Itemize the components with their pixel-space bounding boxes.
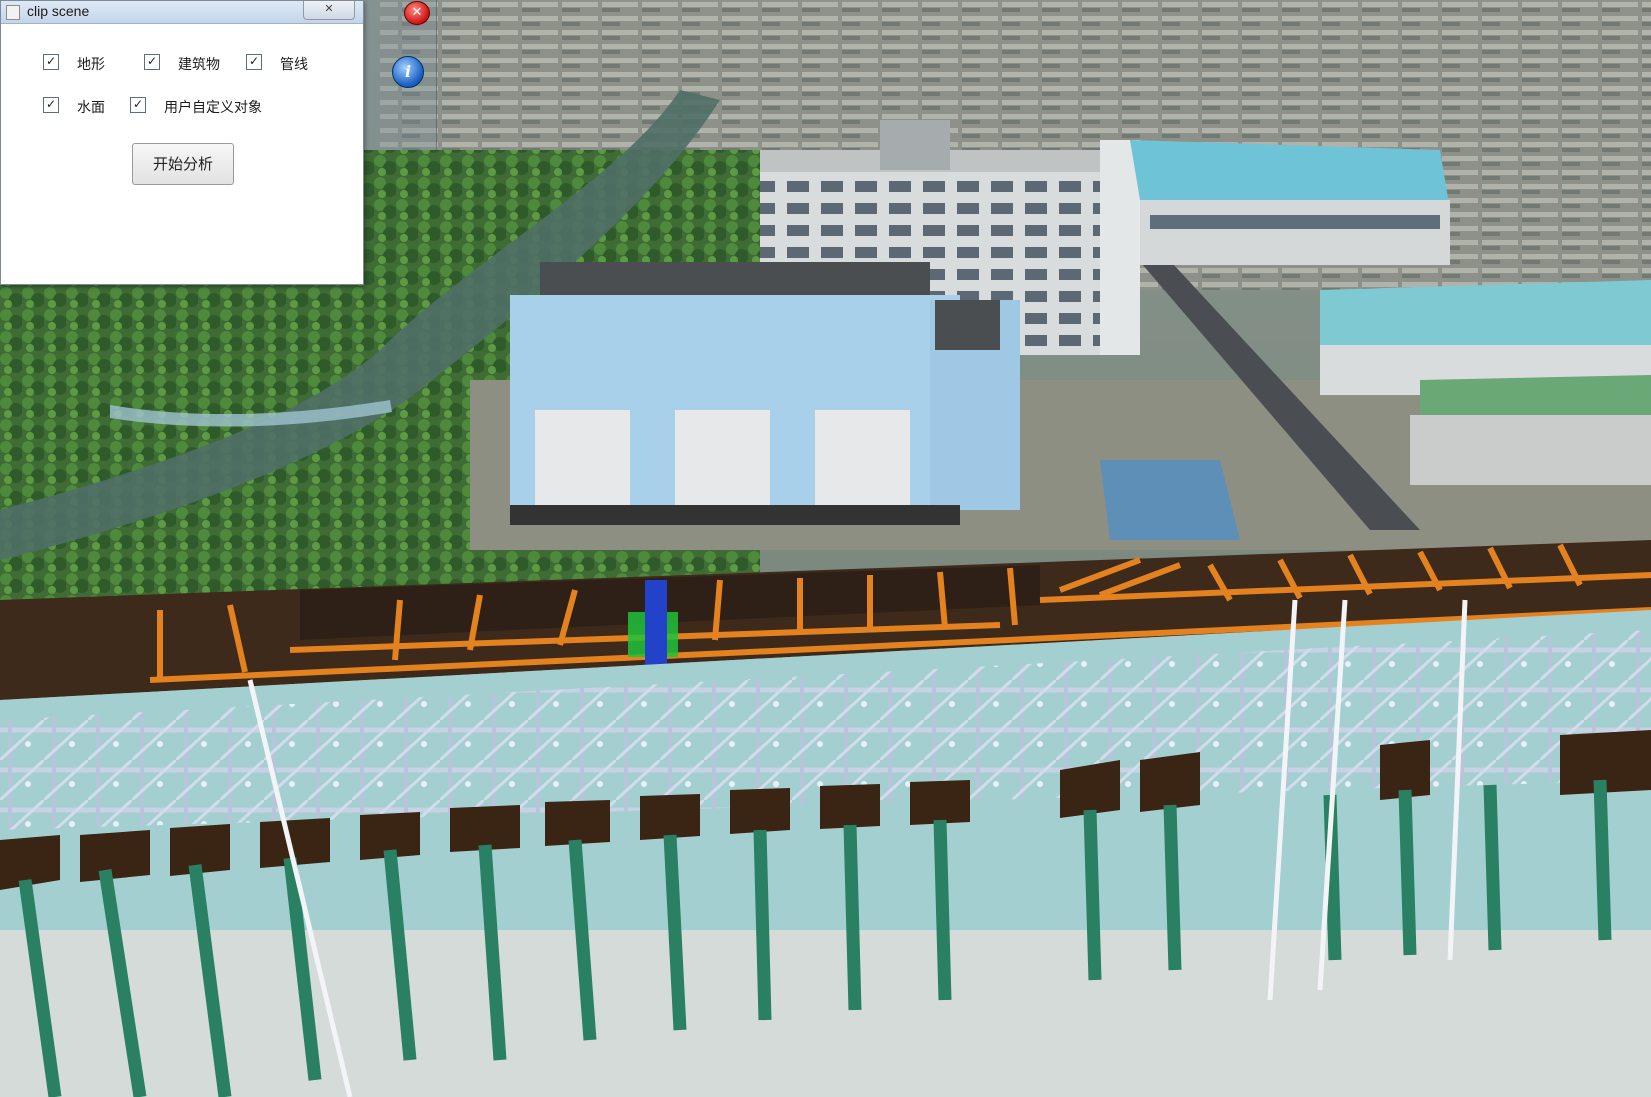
buildings-label: 建筑物 — [178, 57, 220, 73]
clip-scene-dialog: clip scene ✕ ✓ 地形 ✓ 建筑物 ✓ 管线 ✓ 水面 ✓ 用户自定… — [0, 0, 364, 285]
custom-objects-checkbox[interactable]: ✓ — [130, 97, 146, 113]
dialog-title: clip scene — [27, 3, 90, 19]
terrain-checkbox[interactable]: ✓ — [43, 54, 59, 70]
custom-objects-label: 用户自定义对象 — [164, 100, 262, 116]
pipelines-label: 管线 — [280, 57, 308, 73]
close-icon[interactable]: ✕ — [404, 1, 430, 25]
pipelines-checkbox[interactable]: ✓ — [246, 54, 262, 70]
water-label: 水面 — [77, 100, 105, 116]
dialog-titlebar[interactable]: clip scene ✕ — [1, 1, 363, 24]
dialog-body: ✓ 地形 ✓ 建筑物 ✓ 管线 ✓ 水面 ✓ 用户自定义对象 开始分析 — [5, 29, 357, 279]
water-checkbox[interactable]: ✓ — [43, 97, 59, 113]
app-window-icon — [6, 5, 20, 20]
start-analysis-button[interactable]: 开始分析 — [132, 143, 234, 185]
info-icon[interactable]: i — [392, 56, 424, 88]
buildings-checkbox[interactable]: ✓ — [144, 54, 160, 70]
dialog-close-button[interactable]: ✕ — [303, 1, 355, 20]
terrain-label: 地形 — [77, 57, 105, 73]
